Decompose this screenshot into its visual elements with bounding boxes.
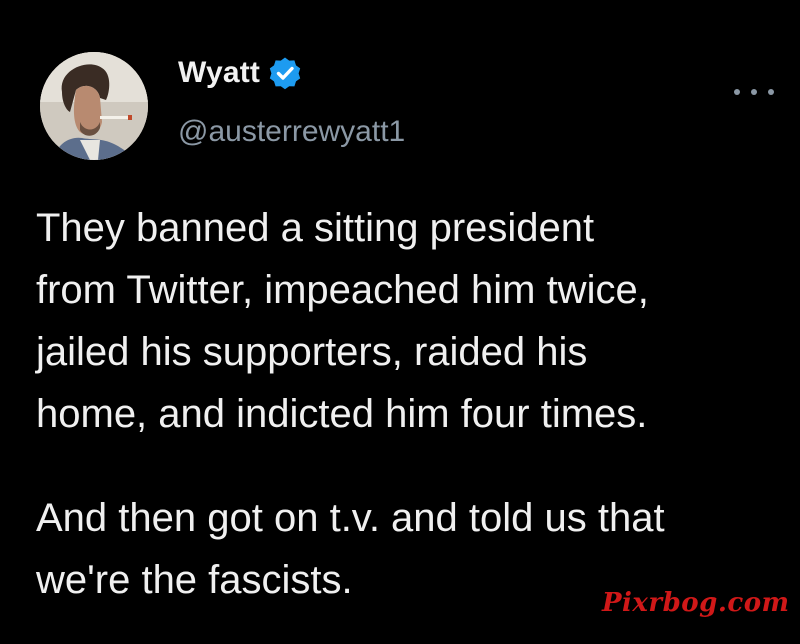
tweet-text-line: from Twitter, impeached him twice, bbox=[36, 268, 649, 312]
tweet-text-line: home, and indicted him four times. bbox=[36, 392, 648, 436]
author-header: Wyatt bbox=[178, 56, 302, 90]
tweet-text-line: we're the fascists. bbox=[36, 558, 353, 602]
tweet-card: Wyatt @austerrewyatt1 They banned a sitt… bbox=[0, 0, 800, 644]
more-dot bbox=[734, 89, 740, 95]
tweet-text-line: They banned a sitting president bbox=[36, 206, 595, 250]
tweet-body: They banned a sitting president from Twi… bbox=[36, 197, 776, 611]
avatar[interactable] bbox=[40, 52, 148, 160]
tweet-paragraph-1: They banned a sitting president from Twi… bbox=[36, 197, 776, 445]
avatar-image bbox=[40, 52, 148, 160]
more-dot bbox=[751, 89, 757, 95]
tweet-text-line: jailed his supporters, raided his bbox=[36, 330, 588, 374]
watermark: Pixrbog.com bbox=[602, 588, 790, 618]
more-dot bbox=[768, 89, 774, 95]
more-options-icon[interactable] bbox=[734, 80, 774, 104]
verified-badge-icon bbox=[268, 56, 302, 90]
tweet-text-line: And then got on t.v. and told us that bbox=[36, 496, 665, 540]
author-handle[interactable]: @austerrewyatt1 bbox=[178, 115, 405, 149]
display-name[interactable]: Wyatt bbox=[178, 56, 260, 90]
